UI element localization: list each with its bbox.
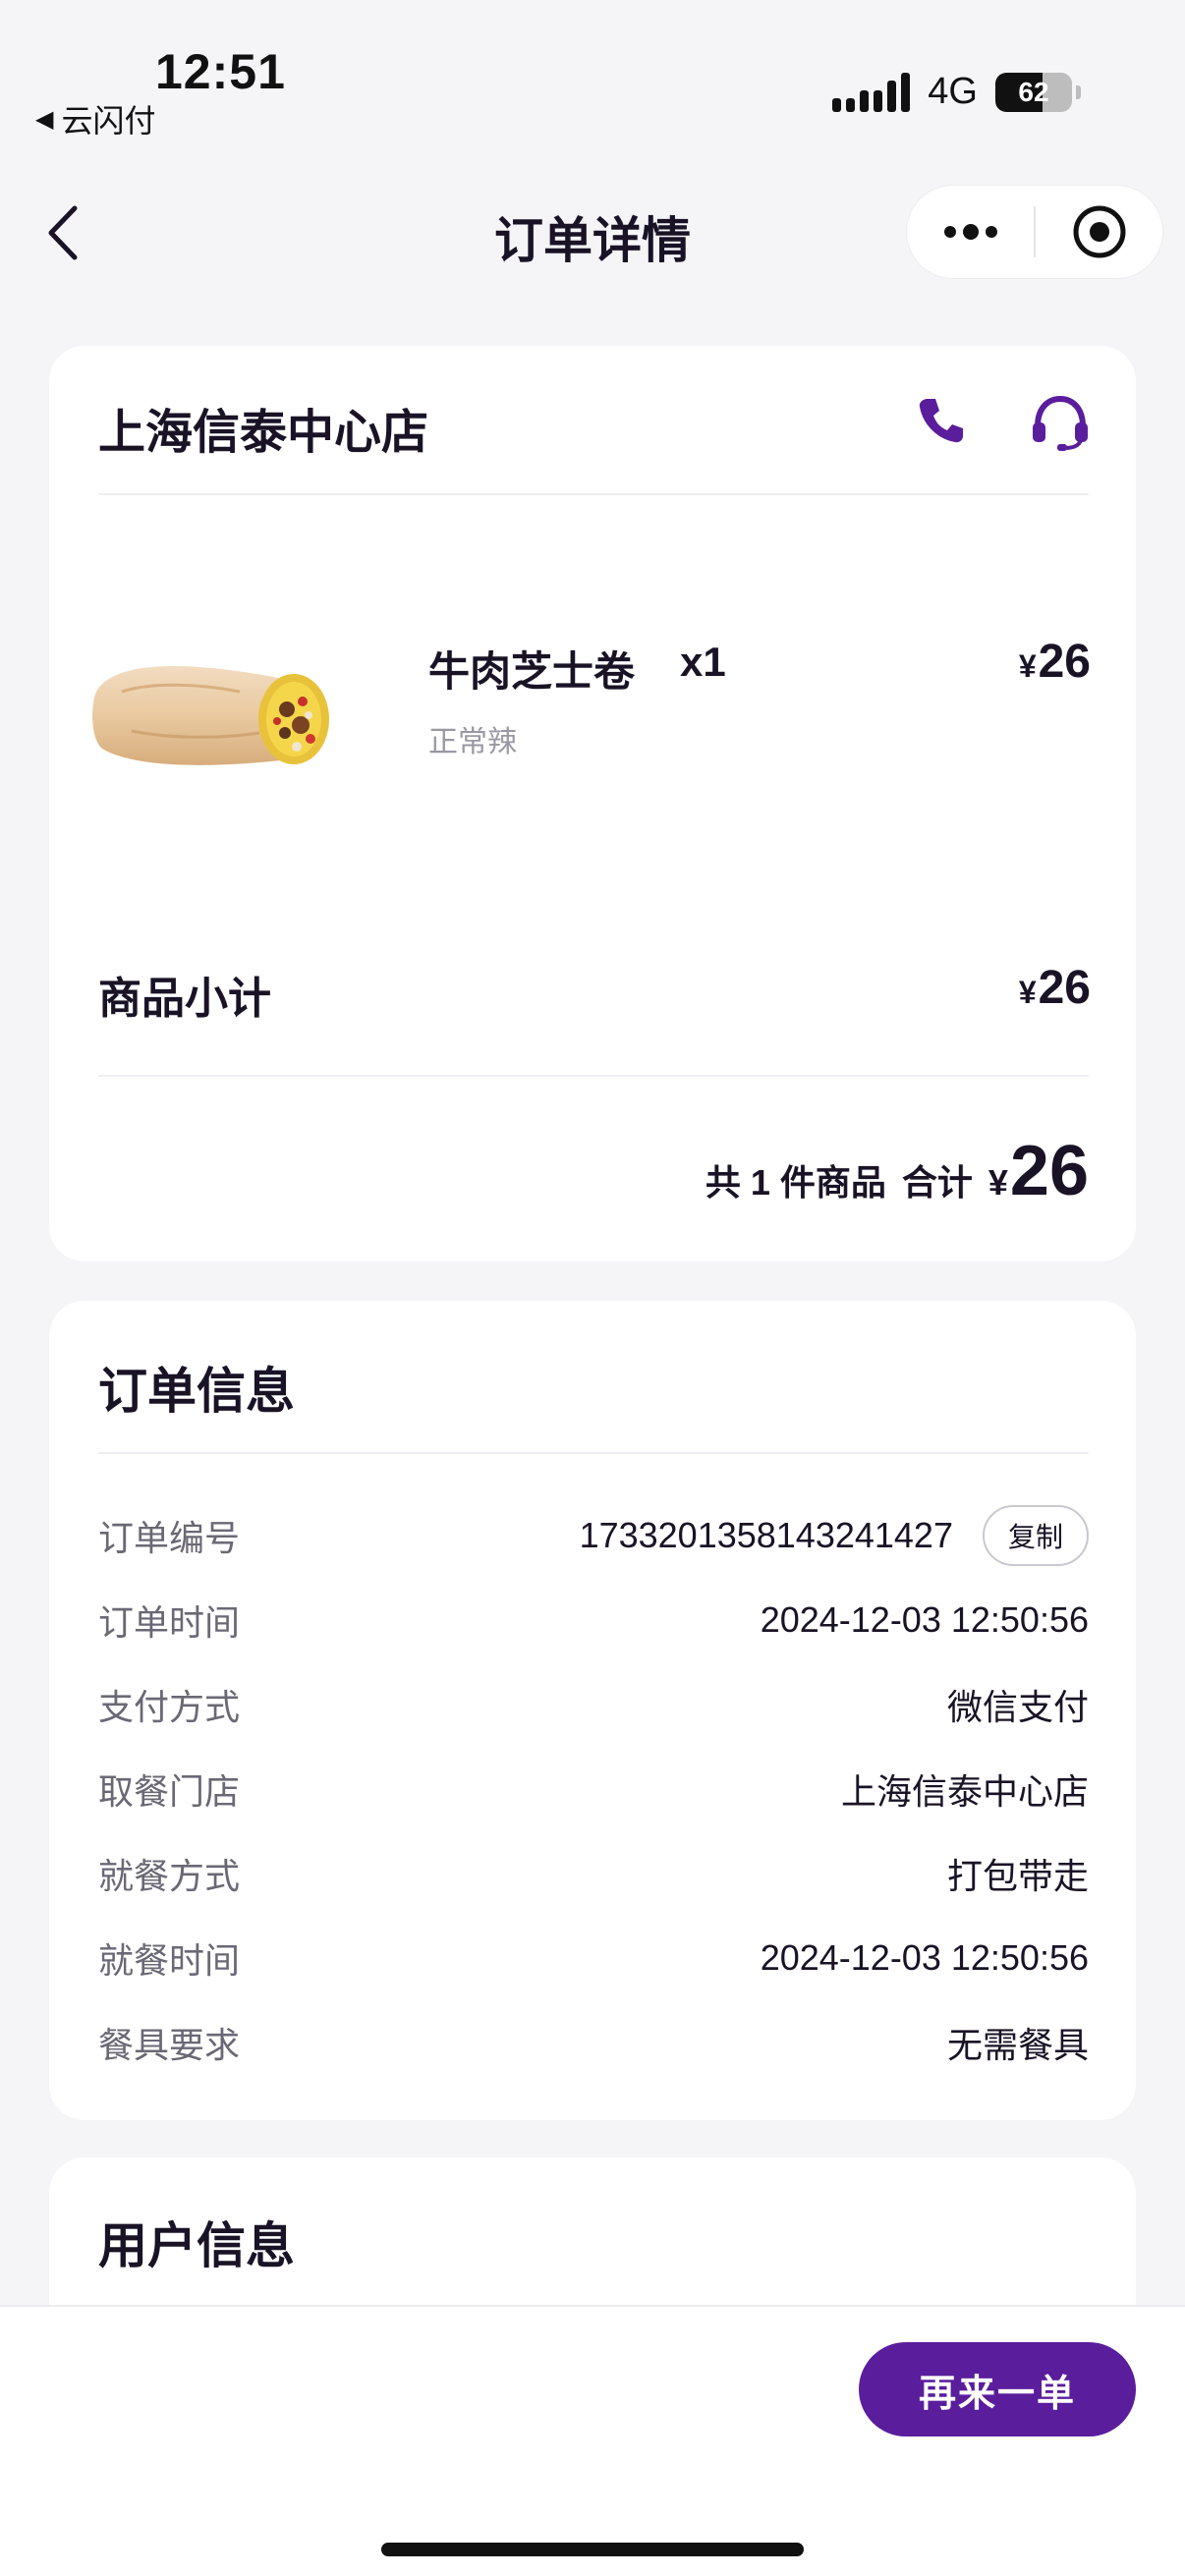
- info-value: 无需餐具: [946, 2025, 1089, 2065]
- order-time-row: 订单时间 2024-12-03 12:50:56: [98, 1578, 1089, 1662]
- info-value: 微信支付: [946, 1687, 1089, 1727]
- order-info-list: 订单编号 1733201358143241427 复制 订单时间 2024-12…: [98, 1493, 1089, 2085]
- divider: [98, 493, 1089, 495]
- home-indicator: [381, 2543, 804, 2556]
- info-label: 取餐门店: [98, 1771, 241, 1812]
- status-bar: 12:51 ◀ 云闪付 4G 62: [0, 0, 1185, 147]
- more-button[interactable]: [907, 186, 1034, 278]
- info-label: 就餐方式: [98, 1856, 241, 1896]
- bottom-action-bar: 再来一单: [0, 2305, 1185, 2576]
- info-label: 餐具要求: [98, 2025, 241, 2065]
- subtotal-value: ¥26: [1019, 961, 1091, 1015]
- total-label: 合计: [901, 1162, 973, 1203]
- info-label: 订单时间: [98, 1602, 241, 1643]
- order-items-card: 上海信泰中心店 牛肉芝士卷 x1 正常辣 ¥26 商品小计 ¥26 共 1 件商…: [49, 346, 1136, 1261]
- pickup-store-row: 取餐门店 上海信泰中心店: [98, 1747, 1089, 1831]
- info-value: 1733201358143241427 复制: [580, 1505, 1089, 1566]
- info-label: 支付方式: [98, 1687, 241, 1727]
- divider: [98, 1075, 1089, 1077]
- network-type: 4G: [928, 71, 978, 112]
- info-value: 2024-12-03 12:50:56: [760, 1937, 1089, 1978]
- currency-symbol: ¥: [1018, 648, 1037, 684]
- dining-method-row: 就餐方式 打包带走: [98, 1831, 1089, 1916]
- battery-percent: 62: [1018, 76, 1049, 107]
- battery-icon: 62: [995, 72, 1072, 112]
- info-value: 2024-12-03 12:50:56: [760, 1599, 1089, 1640]
- store-contact-icons: [914, 393, 1091, 452]
- close-miniprogram-button[interactable]: [1036, 186, 1162, 278]
- currency-symbol: ¥: [988, 1162, 1008, 1203]
- order-number: 1733201358143241427: [579, 1515, 953, 1555]
- headset-icon[interactable]: [1030, 393, 1091, 452]
- phone-icon[interactable]: [914, 393, 969, 448]
- more-dots-icon: [943, 224, 997, 240]
- product-name: 牛肉芝士卷: [428, 648, 636, 695]
- burrito-image: [92, 666, 329, 765]
- product-price: ¥26: [1019, 635, 1091, 689]
- battery-cap: [1076, 84, 1081, 99]
- utensils-row: 餐具要求 无需餐具: [98, 2000, 1089, 2085]
- total-value: 26: [1009, 1132, 1089, 1210]
- copy-button[interactable]: 复制: [982, 1505, 1089, 1566]
- payment-method-row: 支付方式 微信支付: [98, 1662, 1089, 1747]
- product-quantity: x1: [680, 639, 726, 685]
- subtotal-amount: 26: [1038, 962, 1091, 1014]
- currency-symbol: ¥: [1018, 975, 1037, 1010]
- back-to-app-link[interactable]: ◀ 云闪付: [35, 96, 155, 141]
- reorder-button[interactable]: 再来一单: [859, 2342, 1136, 2436]
- store-name: 上海信泰中心店: [98, 407, 429, 459]
- order-number-row: 订单编号 1733201358143241427 复制: [98, 1493, 1089, 1578]
- order-total: 共 1 件商品 合计 ¥26: [705, 1136, 1089, 1206]
- status-time: 12:51: [155, 44, 286, 99]
- subtotal-label: 商品小计: [98, 975, 271, 1023]
- dining-time-row: 就餐时间 2024-12-03 12:50:56: [98, 1916, 1089, 2000]
- info-value: 打包带走: [946, 1856, 1089, 1896]
- product-spec: 正常辣: [428, 726, 517, 758]
- total-amount: ¥26: [988, 1136, 1089, 1206]
- back-app-label: 云闪付: [61, 103, 156, 139]
- divider: [98, 1452, 1089, 1454]
- order-info-card: 订单信息 订单编号 1733201358143241427 复制 订单时间 20…: [49, 1301, 1136, 2120]
- target-circle-icon: [1073, 205, 1125, 258]
- item-count: 共 1 件商品: [705, 1162, 886, 1203]
- info-label: 就餐时间: [98, 1940, 241, 1981]
- signal-icon: [832, 72, 911, 112]
- miniprogram-capsule: [906, 185, 1163, 279]
- info-label: 订单编号: [98, 1518, 241, 1558]
- product-price-value: 26: [1038, 636, 1091, 688]
- user-info-title: 用户信息: [98, 2218, 295, 2273]
- info-value: 上海信泰中心店: [840, 1771, 1089, 1812]
- back-triangle-icon: ◀: [35, 105, 54, 133]
- status-indicators: 4G 62: [832, 71, 1081, 113]
- order-info-title: 订单信息: [98, 1364, 295, 1419]
